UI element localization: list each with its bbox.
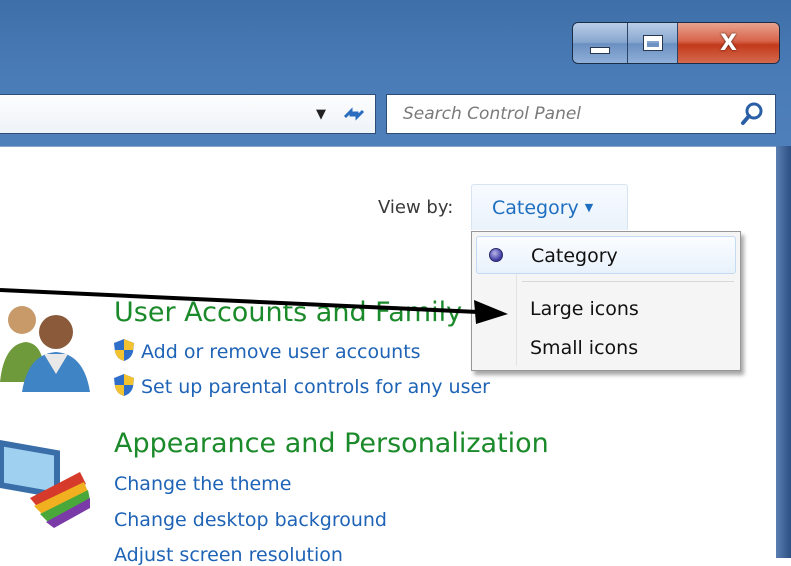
- title-bar: X: [0, 0, 791, 84]
- radio-bullet-icon: [489, 248, 503, 262]
- menu-item-label: Small icons: [530, 337, 639, 359]
- caption-buttons: X: [572, 22, 780, 64]
- chevron-down-icon: ▼: [584, 201, 594, 214]
- maximize-button[interactable]: [628, 23, 678, 63]
- close-icon: X: [720, 30, 737, 56]
- menu-item-small-icons[interactable]: Small icons: [476, 331, 736, 369]
- menu-item-label: Category: [531, 245, 618, 267]
- menu-item-large-icons[interactable]: Large icons: [476, 292, 736, 330]
- task-link-screen-resolution[interactable]: Adjust screen resolution: [114, 544, 343, 566]
- task-link-parental-controls[interactable]: Set up parental controls for any user: [113, 373, 490, 398]
- task-link-label: Set up parental controls for any user: [141, 376, 490, 398]
- search-input[interactable]: [401, 103, 735, 125]
- minimize-button[interactable]: [573, 23, 628, 63]
- chevron-down-icon: ▼: [316, 106, 326, 122]
- view-by-label: View by:: [378, 197, 454, 218]
- task-link-change-theme[interactable]: Change the theme: [114, 473, 291, 495]
- menu-item-category[interactable]: Category: [476, 236, 736, 274]
- task-link-label: Add or remove user accounts: [141, 341, 421, 363]
- search-icon[interactable]: [739, 101, 765, 127]
- refresh-icon: [343, 107, 365, 121]
- uac-shield-icon: [114, 374, 134, 396]
- address-history-dropdown[interactable]: ▼: [311, 100, 331, 128]
- appearance-personalization-icon[interactable]: [0, 432, 100, 532]
- task-link-add-remove-users[interactable]: Add or remove user accounts: [113, 338, 421, 363]
- view-by-selected: Category: [492, 196, 579, 219]
- view-by-menu: Category Large icons Small icons: [471, 231, 741, 371]
- window-right-border: [776, 146, 791, 558]
- user-accounts-icon[interactable]: [0, 292, 100, 392]
- uac-shield-icon: [114, 339, 134, 361]
- maximize-icon: [642, 35, 663, 51]
- category-title-appearance[interactable]: Appearance and Personalization: [114, 428, 549, 459]
- minimize-icon: [590, 46, 610, 54]
- search-box[interactable]: [386, 94, 776, 134]
- menu-separator: [522, 281, 734, 282]
- refresh-button[interactable]: [334, 98, 374, 130]
- menu-item-label: Large icons: [530, 298, 639, 320]
- close-button[interactable]: X: [678, 23, 779, 63]
- view-by-dropdown[interactable]: Category ▼: [471, 184, 628, 230]
- task-link-change-background[interactable]: Change desktop background: [114, 509, 387, 531]
- category-title-user-accounts[interactable]: User Accounts and Family: [114, 297, 462, 328]
